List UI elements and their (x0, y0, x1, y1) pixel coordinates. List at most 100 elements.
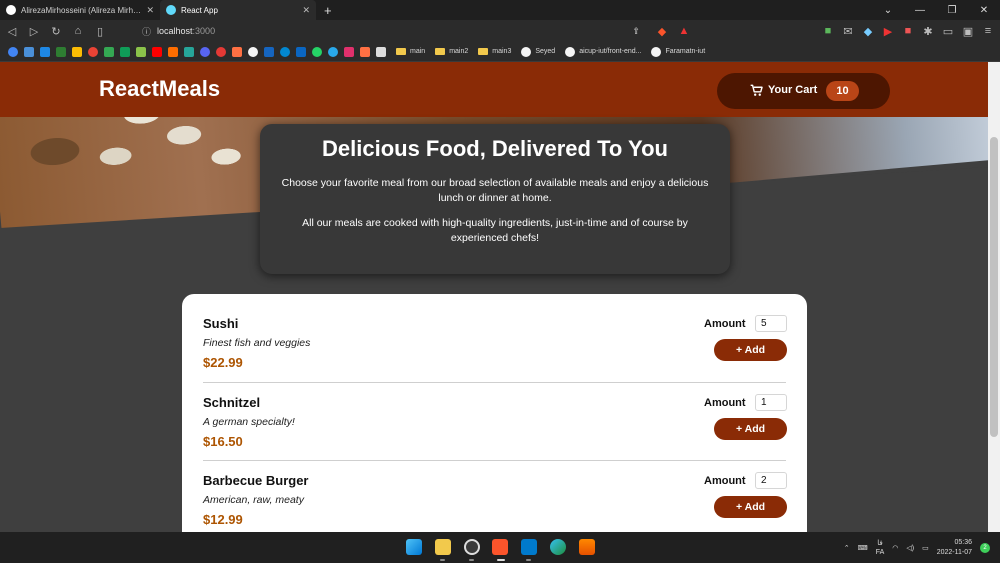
forward-icon[interactable]: ▷ (28, 25, 40, 38)
extension-icon[interactable]: ◆ (862, 25, 874, 38)
new-tab-button[interactable]: + (316, 3, 340, 18)
bookmark-folder-main[interactable]: main (396, 48, 425, 55)
react-icon (166, 5, 176, 15)
tab-title: React App (181, 5, 218, 15)
bookmark-icon[interactable] (24, 46, 34, 57)
extension-icon[interactable]: ■ (822, 25, 834, 38)
media-player-icon[interactable] (464, 539, 480, 555)
browser-tab-bar: AlirezaMirhosseini (Alireza Mirhosseini)… (0, 0, 1000, 20)
vscode-icon[interactable] (521, 539, 537, 555)
bookmark-folder-main2[interactable]: main2 (435, 48, 468, 55)
bookmark-icon[interactable] (232, 46, 242, 57)
wifi-icon[interactable]: ◠ (892, 544, 898, 552)
amount-input[interactable]: 1 (755, 393, 787, 411)
whatsapp-icon[interactable] (312, 46, 322, 57)
clock-time: 05:36 (954, 538, 972, 546)
linkedin-icon[interactable] (296, 46, 306, 57)
summary-paragraph: Choose your favorite meal from our broad… (281, 177, 709, 204)
bookmark-icon[interactable] (104, 46, 114, 57)
discord-icon[interactable] (200, 46, 210, 57)
github-icon (651, 46, 662, 57)
restore-icon[interactable]: ❐ (936, 5, 968, 16)
google-icon[interactable] (8, 46, 18, 57)
extension-icon[interactable]: ■ (902, 25, 914, 38)
menu-icon[interactable]: ≡ (982, 25, 994, 38)
telegram-icon[interactable] (328, 46, 338, 57)
file-explorer-icon[interactable] (435, 539, 451, 555)
docs-icon[interactable] (40, 46, 50, 57)
address-bar[interactable]: ⓘ localhost:3000 ⇪ (136, 23, 646, 39)
bookmark-icon[interactable]: ▯ (94, 25, 106, 38)
app-header: ReactMeals Your Cart 10 (0, 62, 988, 117)
bookmark-icon[interactable] (280, 46, 290, 57)
sidebar-icon[interactable]: ▭ (942, 25, 954, 38)
page-scrollbar[interactable] (988, 62, 1000, 532)
add-button[interactable]: + Add (714, 339, 787, 361)
home-icon[interactable] (376, 46, 386, 57)
cart-label: Your Cart (768, 84, 818, 96)
chevron-down-icon[interactable]: ⌄ (872, 5, 904, 16)
chrome-icon[interactable] (88, 46, 98, 57)
drive-icon[interactable] (72, 46, 82, 57)
bookmark-icon[interactable] (264, 46, 274, 57)
brave-rewards-icon[interactable]: ▲ (678, 25, 690, 37)
add-button[interactable]: + Add (714, 417, 787, 440)
amount-input[interactable]: 2 (755, 472, 787, 489)
language-indicator[interactable]: فا FA (876, 539, 885, 557)
bookmark-icon[interactable] (120, 46, 130, 57)
cart-button[interactable]: Your Cart 10 (717, 73, 890, 109)
vlc-icon[interactable] (579, 539, 595, 555)
meal-price: $22.99 (203, 355, 243, 370)
bookmark-link-faramatn[interactable]: Faramatn-iut (651, 46, 705, 57)
clock[interactable]: 05:36 2022-11-07 (937, 538, 972, 558)
edge-icon[interactable] (550, 539, 566, 555)
battery-icon[interactable]: ▭ (922, 544, 929, 552)
brave-browser-icon[interactable] (492, 539, 508, 555)
tab-title: AlirezaMirhosseini (Alireza Mirhosseini) (21, 5, 142, 15)
github-icon[interactable] (248, 46, 258, 57)
home-icon[interactable]: ⌂ (72, 25, 84, 37)
close-icon[interactable]: ✕ (302, 5, 310, 16)
amount-input[interactable]: 5 (755, 315, 787, 332)
bookmark-link-aicup[interactable]: aicup-iut/front-end... (565, 46, 641, 57)
system-tray: ⌃ ⌨ فا FA ◠ ◁) ▭ 05:36 2022-11-07 2 (844, 532, 990, 563)
extensions-puzzle-icon[interactable]: ✱ (922, 25, 934, 38)
back-icon[interactable]: ◁ (6, 25, 18, 38)
close-window-icon[interactable]: ✕ (968, 5, 1000, 16)
meal-description: Finest fish and veggies (203, 337, 311, 349)
bookmark-icon[interactable] (184, 46, 194, 57)
minimize-icon[interactable]: — (904, 5, 936, 16)
notification-badge[interactable]: 2 (980, 542, 990, 553)
meal-description: A german specialty! (203, 415, 295, 428)
site-info-icon[interactable]: ⓘ (142, 25, 151, 38)
chevron-up-icon[interactable]: ⌃ (844, 544, 850, 552)
scrollbar-thumb[interactable] (990, 137, 998, 437)
windows-start-icon[interactable] (406, 539, 422, 555)
reload-icon[interactable]: ↻ (50, 25, 62, 38)
add-button[interactable]: + Add (714, 496, 787, 518)
volume-icon[interactable]: ◁) (906, 544, 914, 552)
pinterest-icon[interactable] (216, 46, 226, 57)
youtube-icon[interactable]: ▶ (882, 25, 894, 38)
bookmark-icon[interactable] (168, 46, 178, 57)
brave-shield-icon[interactable]: ◆ (656, 25, 668, 38)
bookmark-folder-main3[interactable]: main3 (478, 48, 511, 55)
close-icon[interactable]: ✕ (146, 5, 154, 16)
wallet-icon[interactable]: ▣ (962, 25, 974, 38)
url-host: localhost (157, 26, 193, 36)
tab-github[interactable]: AlirezaMirhosseini (Alireza Mirhosseini)… (0, 0, 160, 20)
bookmark-icon[interactable] (360, 46, 370, 57)
language-code: FA (875, 548, 885, 556)
meal-name: Sushi (203, 316, 239, 331)
browser-toolbar: ◁ ▷ ↻ ⌂ ▯ ⓘ localhost:3000 ⇪ ◆ ▲ ■ ✉ ◆ ▶… (0, 20, 1000, 42)
mail-icon[interactable]: ✉ (842, 25, 854, 38)
youtube-icon[interactable] (152, 46, 162, 57)
tab-react-app[interactable]: React App ✕ (160, 0, 316, 20)
keyboard-icon[interactable]: ⌨ (858, 544, 868, 552)
bookmark-icon[interactable] (136, 46, 146, 57)
bookmark-icon[interactable] (56, 46, 66, 57)
bookmark-link-seyed[interactable]: Seyed (521, 46, 555, 57)
share-icon[interactable]: ⇪ (632, 26, 640, 37)
folder-icon (478, 48, 489, 55)
instagram-icon[interactable] (344, 46, 354, 57)
